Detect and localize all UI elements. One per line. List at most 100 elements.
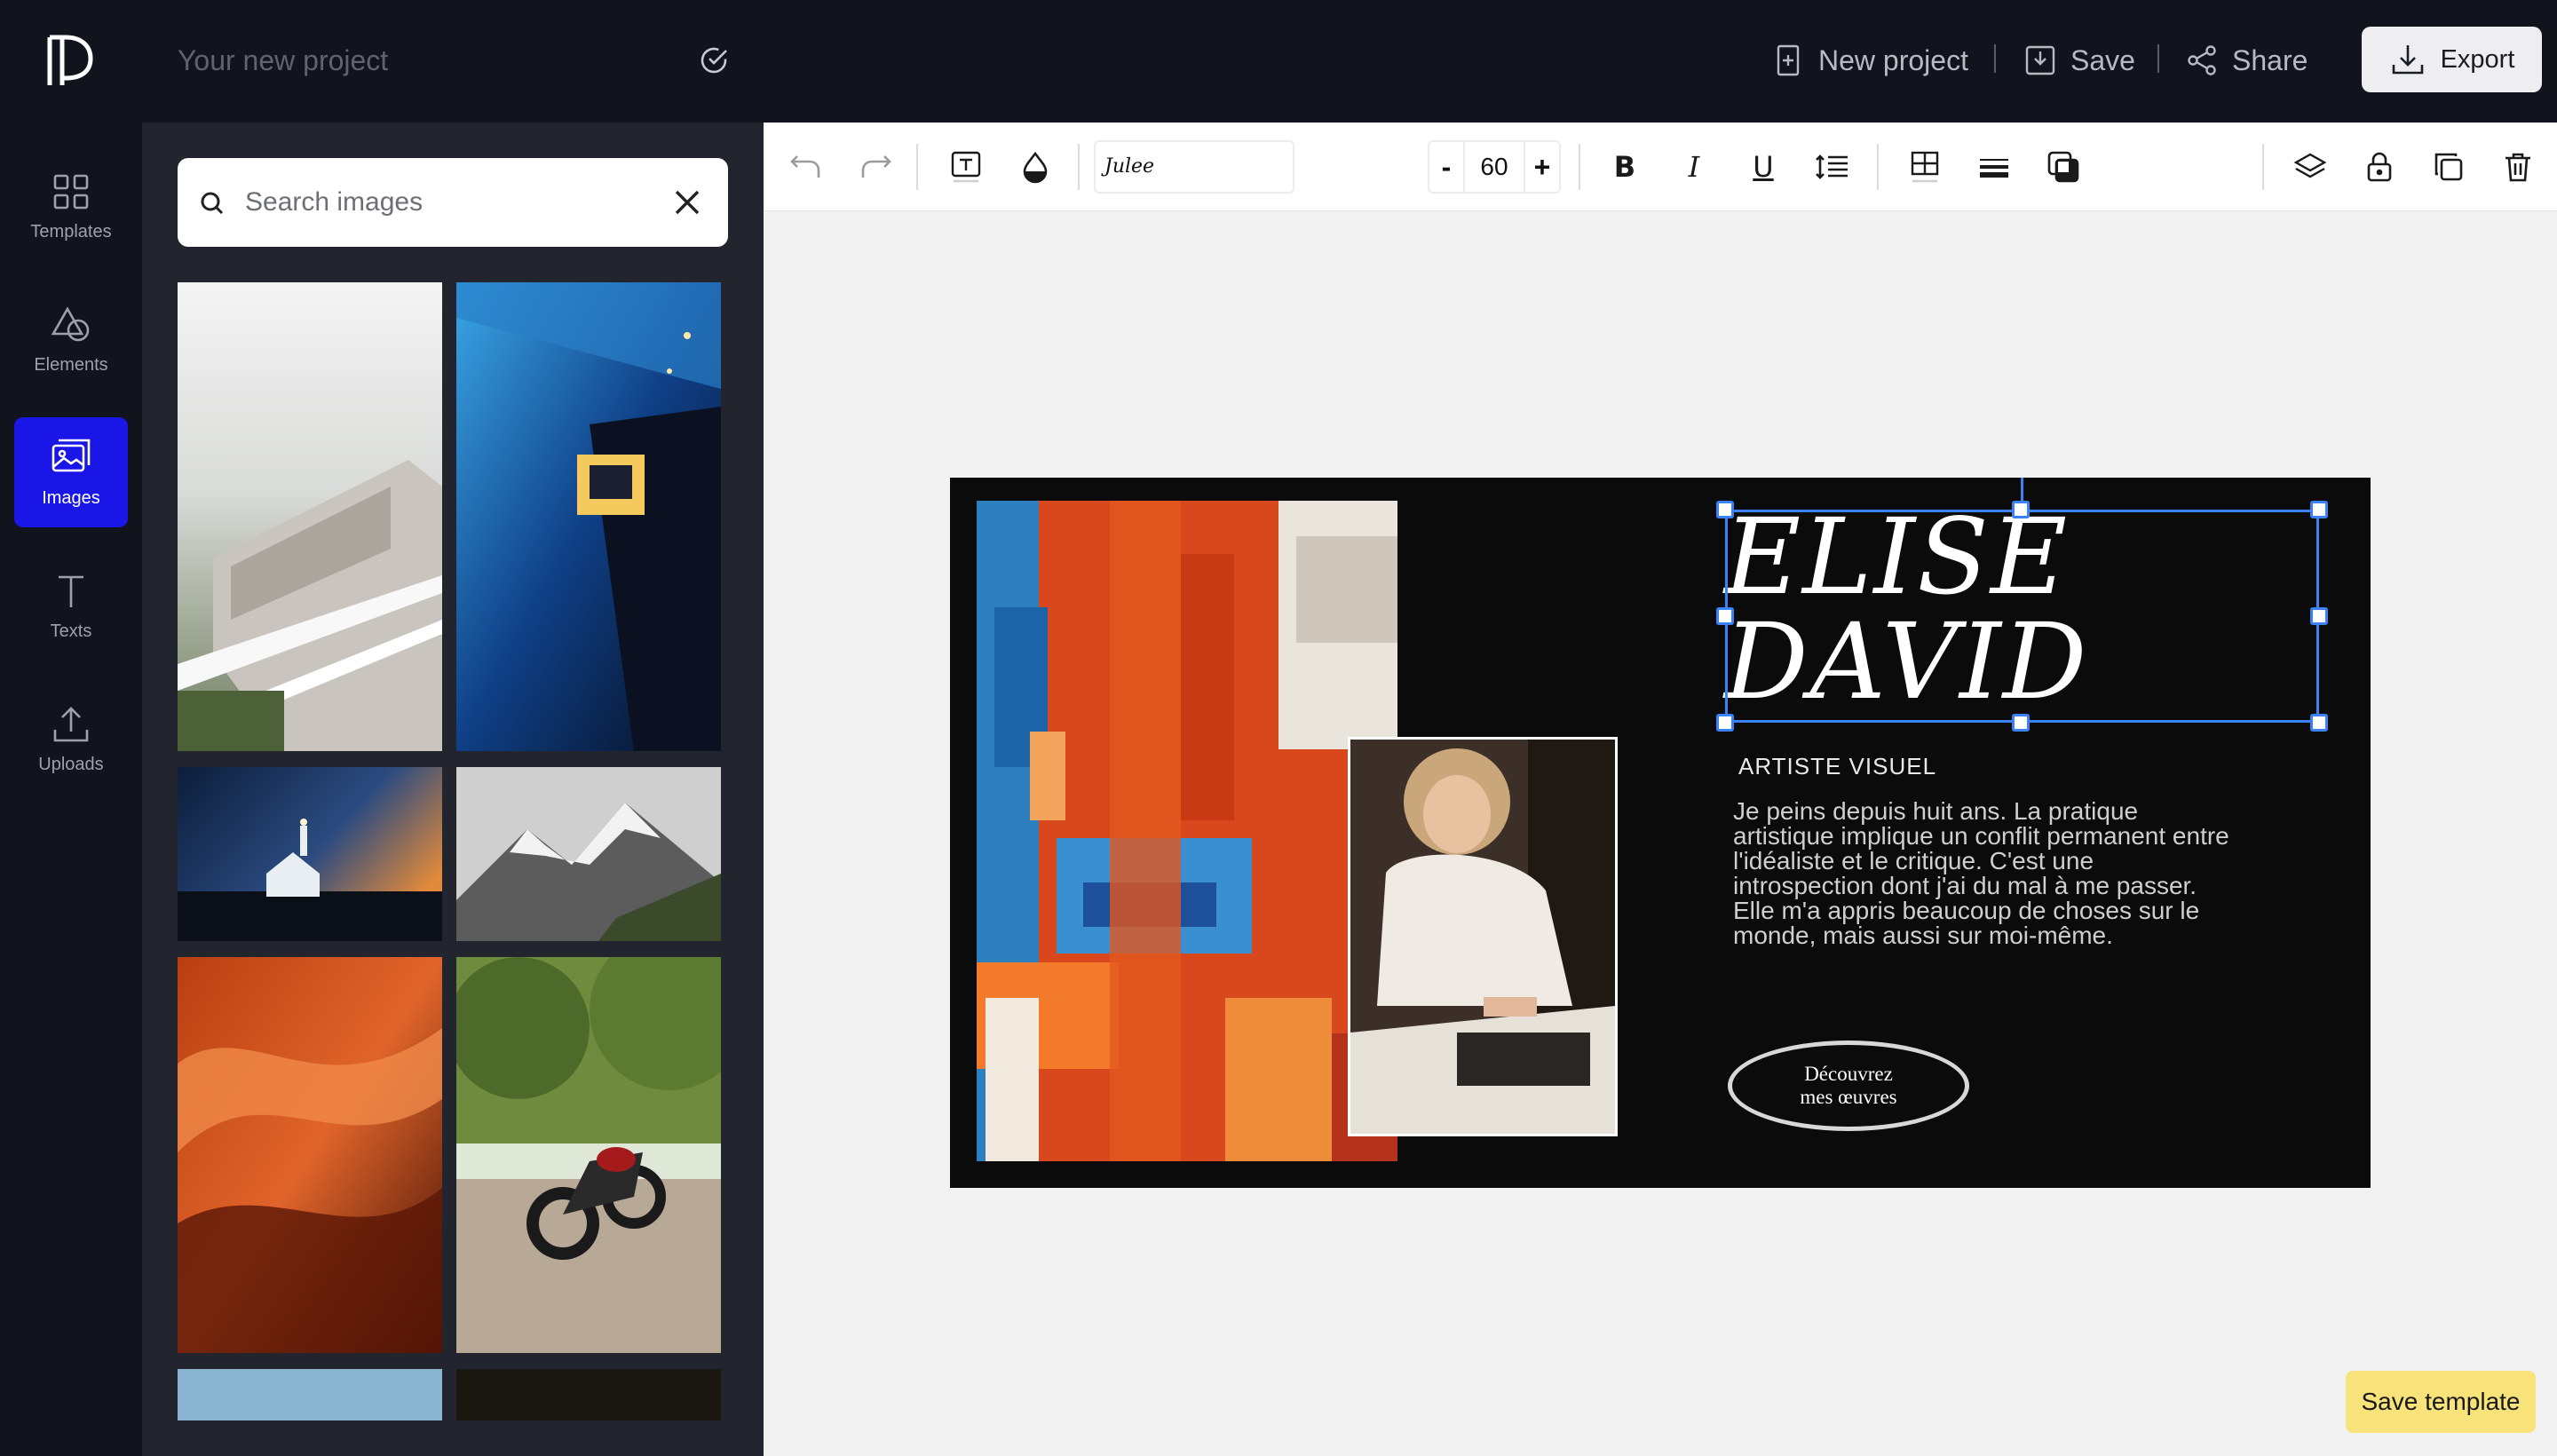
image-thumbnail-sky[interactable] <box>178 1369 442 1420</box>
artist-photo-svg <box>1350 740 1615 1134</box>
share-button[interactable]: Share <box>2184 39 2308 82</box>
lock-icon <box>2367 152 2392 182</box>
side-navigation: Templates Elements Images Texts Uploads <box>0 123 142 1456</box>
undo-button[interactable] <box>785 146 827 188</box>
search-icon <box>201 192 224 215</box>
export-label: Export <box>2440 44 2515 74</box>
decrease-size-button[interactable]: - <box>1429 142 1463 192</box>
increase-size-button[interactable]: + <box>1525 142 1559 192</box>
nav-label: Templates <box>30 221 112 241</box>
effects-button[interactable] <box>2042 146 2085 188</box>
bold-button[interactable]: B <box>1603 146 1646 188</box>
image-thumbnail-canyon[interactable] <box>178 957 442 1353</box>
check-circle-icon[interactable] <box>698 44 730 76</box>
image-thumbnail-tunnel[interactable] <box>456 282 721 751</box>
body-text[interactable]: Je peins depuis huit ans. La pratique ar… <box>1733 799 2230 948</box>
images-panel <box>142 123 764 1456</box>
resize-handle[interactable] <box>2012 714 2030 732</box>
share-label: Share <box>2232 44 2308 76</box>
layer-effects-icon <box>2047 151 2079 183</box>
separator <box>1994 44 1996 73</box>
underline-icon: U <box>1753 150 1774 184</box>
stroke-lines-icon <box>1980 159 2008 178</box>
resize-handle[interactable] <box>2012 501 2030 518</box>
lock-button[interactable] <box>2358 146 2401 188</box>
new-project-label: New project <box>1818 44 1968 76</box>
resize-handle[interactable] <box>1716 607 1734 625</box>
fill-color-button[interactable] <box>1014 146 1057 188</box>
font-family-select[interactable]: Julee <box>1094 140 1294 194</box>
separator <box>2157 44 2159 73</box>
separator <box>1078 144 1080 190</box>
subtitle-text[interactable]: ARTISTE VISUEL <box>1738 753 1936 780</box>
resize-handle[interactable] <box>2310 607 2328 625</box>
new-file-icon <box>1777 44 1800 76</box>
discover-works-button[interactable]: Découvrez mes œuvres <box>1728 1041 1969 1131</box>
nav-label: Uploads <box>38 754 104 774</box>
download-icon <box>2392 45 2423 75</box>
nav-elements[interactable]: Elements <box>14 284 128 394</box>
nav-uploads[interactable]: Uploads <box>14 684 128 794</box>
painting-svg <box>977 501 1397 1161</box>
font-size-stepper: - 60 + <box>1428 140 1561 194</box>
italic-icon: I <box>1688 150 1700 184</box>
design-card[interactable]: ELISE DAVID ARTISTE VISUEL Je peins depu… <box>950 478 2371 1188</box>
line-spacing-icon <box>1816 154 1848 179</box>
export-button[interactable]: Export <box>2362 27 2542 92</box>
new-project-button[interactable]: New project <box>1770 39 1968 82</box>
line-height-button[interactable] <box>1811 146 1854 188</box>
selection-box <box>1725 510 2319 723</box>
nav-label: Elements <box>34 354 108 375</box>
nav-templates[interactable]: Templates <box>14 151 128 261</box>
font-size-input[interactable]: 60 <box>1463 142 1525 192</box>
tunnel-image <box>456 282 721 751</box>
text-frame-icon <box>951 151 981 183</box>
stroke-button[interactable] <box>1973 146 2015 188</box>
text-icon <box>59 575 83 607</box>
save-icon <box>2025 45 2055 75</box>
app-logo-icon[interactable] <box>46 34 96 89</box>
color-drop-icon <box>1023 151 1048 184</box>
text-frame-button[interactable] <box>945 146 987 188</box>
image-thumbnail-building[interactable] <box>178 282 442 751</box>
separator <box>1877 144 1879 190</box>
spacing-button[interactable] <box>1904 146 1946 188</box>
image-thumbnail-dark[interactable] <box>456 1369 721 1420</box>
mountains-image <box>456 767 721 941</box>
upload-icon <box>53 706 89 741</box>
motorcycle-image <box>456 957 721 1353</box>
layers-button[interactable] <box>2289 146 2331 188</box>
resize-handle[interactable] <box>1716 714 1734 732</box>
duplicate-icon <box>2434 153 2463 181</box>
nav-texts[interactable]: Texts <box>14 550 128 661</box>
image-thumbnail-chapel[interactable] <box>178 767 442 941</box>
save-template-button[interactable]: Save template <box>2346 1371 2536 1433</box>
duplicate-button[interactable] <box>2427 146 2470 188</box>
grid-icon <box>53 174 89 209</box>
redo-button[interactable] <box>854 146 897 188</box>
artist-photo-image[interactable] <box>1348 737 1618 1136</box>
italic-button[interactable]: I <box>1673 146 1715 188</box>
resize-handle[interactable] <box>2310 501 2328 518</box>
cta-line-first: Découvrez <box>1804 1063 1893 1085</box>
project-name-input[interactable]: Your new project <box>178 43 388 78</box>
abstract-painting-image[interactable] <box>977 501 1397 1161</box>
image-thumbnail-motorcycle[interactable] <box>456 957 721 1353</box>
search-input[interactable] <box>245 181 636 224</box>
image-icon <box>51 439 91 471</box>
underline-button[interactable]: U <box>1742 146 1785 188</box>
table-grid-icon <box>1911 151 1939 183</box>
canyon-image <box>178 957 442 1353</box>
image-thumbnail-mountains[interactable] <box>456 767 721 941</box>
separator <box>2262 144 2264 190</box>
save-button[interactable]: Save <box>2023 39 2135 82</box>
resize-handle[interactable] <box>1716 501 1734 518</box>
nav-images[interactable]: Images <box>14 417 128 527</box>
separator <box>916 144 918 190</box>
delete-button[interactable] <box>2497 146 2539 188</box>
resize-handle[interactable] <box>2310 714 2328 732</box>
trash-icon <box>2506 153 2530 182</box>
shapes-icon <box>51 305 90 341</box>
editor-toolbar: Julee - 60 + B I U <box>764 123 2557 211</box>
close-icon[interactable] <box>669 185 705 220</box>
